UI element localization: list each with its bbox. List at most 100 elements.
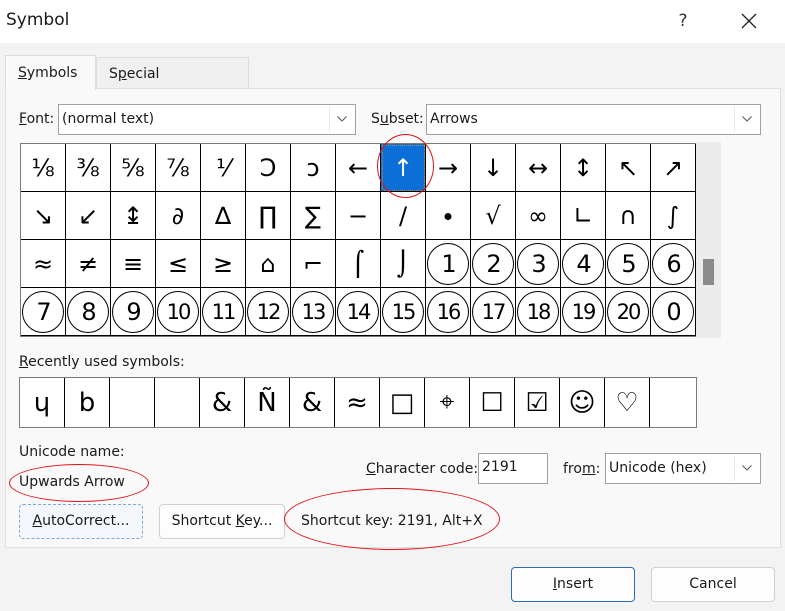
recent-symbol-cell[interactable]: ɥ xyxy=(20,378,65,427)
recent-symbol-cell[interactable] xyxy=(110,378,155,427)
symbol-cell[interactable]: 4 xyxy=(561,240,606,288)
symbol-cell[interactable]: 7 xyxy=(21,288,66,336)
font-dropdown[interactable]: (normal text) xyxy=(58,104,356,135)
symbol-cell[interactable]: ⌠ xyxy=(336,240,381,288)
recent-symbol-cell[interactable]: & xyxy=(200,378,245,427)
symbol-cell[interactable]: ⅜ xyxy=(66,144,111,192)
symbol-cell[interactable]: 2 xyxy=(471,240,516,288)
close-button[interactable] xyxy=(732,6,766,36)
symbol-cell[interactable]: ↓ xyxy=(471,144,516,192)
symbol-cell[interactable]: ⅝ xyxy=(111,144,156,192)
recent-symbol-cell[interactable]: ☐ xyxy=(470,378,515,427)
symbol-cell[interactable]: 13 xyxy=(291,288,336,336)
shortcut-key-button[interactable]: Shortcut Key... xyxy=(159,504,285,539)
symbol-cell[interactable]: ⌐ xyxy=(291,240,336,288)
tab-symbols[interactable]: Symbols xyxy=(5,55,96,90)
symbol-cell[interactable]: ↔ xyxy=(516,144,561,192)
symbol-cell[interactable]: 20 xyxy=(606,288,651,336)
symbol-cell[interactable]: ≡ xyxy=(111,240,156,288)
symbol-cell[interactable]: 3 xyxy=(516,240,561,288)
recent-symbol-cell[interactable] xyxy=(650,378,695,427)
scrollbar-thumb[interactable] xyxy=(703,259,714,285)
symbol-cell[interactable]: ↙ xyxy=(66,192,111,240)
symbol-cell[interactable]: 8 xyxy=(66,288,111,336)
symbol-cell[interactable]: 10 xyxy=(156,288,201,336)
symbol-cell[interactable]: ∏ xyxy=(246,192,291,240)
symbol-cell[interactable]: ↑ xyxy=(381,144,426,192)
recent-symbol-cell[interactable]: b xyxy=(65,378,110,427)
font-dropdown-arrow[interactable] xyxy=(329,107,353,132)
symbol-cell[interactable]: ≈ xyxy=(21,240,66,288)
symbol-cell[interactable]: − xyxy=(336,192,381,240)
symbol-cell[interactable]: ↗ xyxy=(651,144,696,192)
from-dropdown-arrow[interactable] xyxy=(734,456,758,481)
symbol-cell[interactable]: ≥ xyxy=(201,240,246,288)
symbol-cell[interactable]: ∩ xyxy=(606,192,651,240)
symbol-cell[interactable]: ⅞ xyxy=(156,144,201,192)
character-code-input[interactable]: 2191 xyxy=(478,453,548,484)
symbol-cell[interactable]: ∕ xyxy=(381,192,426,240)
subset-dropdown[interactable]: Arrows xyxy=(426,104,761,135)
symbol-cell[interactable]: ↖ xyxy=(606,144,651,192)
symbol-cell[interactable]: ∞ xyxy=(516,192,561,240)
symbol-cell[interactable]: ∑ xyxy=(291,192,336,240)
shortcut-label-rest: ey... xyxy=(244,513,273,529)
cancel-button[interactable]: Cancel xyxy=(651,567,775,602)
symbol-cell[interactable]: ↄ xyxy=(291,144,336,192)
symbol-cell[interactable]: 1 xyxy=(426,240,471,288)
symbol-glyph: ↙ xyxy=(77,201,99,230)
symbol-cell[interactable]: ≤ xyxy=(156,240,201,288)
recently-used-symbols[interactable]: ɥ b & Ñ & ≈ □ ⌖ ☐ ☑ ☺ ♡ xyxy=(19,377,697,428)
help-button[interactable]: ? xyxy=(668,6,698,36)
symbol-cell[interactable]: 16 xyxy=(426,288,471,336)
symbol-cell[interactable]: 19 xyxy=(561,288,606,336)
recent-symbol-cell[interactable]: ≈ xyxy=(335,378,380,427)
symbol-cell[interactable]: √ xyxy=(471,192,516,240)
symbol-glyph: ↗ xyxy=(662,153,684,182)
recent-symbol-cell[interactable]: □ xyxy=(380,378,425,427)
symbol-cell[interactable]: → xyxy=(426,144,471,192)
recent-symbol-glyph: ⌖ xyxy=(439,387,455,417)
symbol-cell[interactable]: ↘ xyxy=(21,192,66,240)
symbol-cell[interactable]: ∫ xyxy=(651,192,696,240)
symbol-cell[interactable]: ← xyxy=(336,144,381,192)
symbol-cell[interactable]: ≠ xyxy=(66,240,111,288)
symbol-cell[interactable]: 12 xyxy=(246,288,291,336)
insert-button[interactable]: Insert xyxy=(511,567,635,602)
symbol-cell[interactable]: ∆ xyxy=(201,192,246,240)
recent-symbol-cell[interactable] xyxy=(155,378,200,427)
symbol-cell[interactable]: ⌂ xyxy=(246,240,291,288)
symbol-cell[interactable]: ⌡ xyxy=(381,240,426,288)
symbol-cell[interactable]: 17 xyxy=(471,288,516,336)
symbol-cell[interactable]: ↨ xyxy=(111,192,156,240)
symbol-cell[interactable]: ∙ xyxy=(426,192,471,240)
symbol-cell[interactable]: ⅟ xyxy=(201,144,246,192)
recent-symbol-cell[interactable]: Ñ xyxy=(245,378,290,427)
symbol-cell[interactable]: 15 xyxy=(381,288,426,336)
recent-symbol-cell[interactable]: ☑ xyxy=(515,378,560,427)
recent-symbol-cell[interactable]: ♡ xyxy=(605,378,650,427)
symbol-cell[interactable]: 5 xyxy=(606,240,651,288)
symbol-cell[interactable]: Ↄ xyxy=(246,144,291,192)
from-dropdown[interactable]: Unicode (hex) xyxy=(605,453,761,484)
unicode-name-value: Upwards Arrow xyxy=(19,474,125,490)
recent-symbol-cell[interactable]: ☺ xyxy=(560,378,605,427)
symbol-cell[interactable]: 18 xyxy=(516,288,561,336)
symbol-cell[interactable]: 9 xyxy=(111,288,156,336)
symbol-cell[interactable]: 14 xyxy=(336,288,381,336)
symbol-cell[interactable]: ⅛ xyxy=(21,144,66,192)
symbol-cell[interactable]: 0 xyxy=(651,288,696,336)
tab-special-characters[interactable]: Special Characters xyxy=(96,57,249,114)
symbol-cell[interactable]: 11 xyxy=(201,288,246,336)
recent-symbol-cell[interactable]: ⌖ xyxy=(425,378,470,427)
symbol-cell[interactable]: ∂ xyxy=(156,192,201,240)
subset-dropdown-arrow[interactable] xyxy=(734,107,758,132)
symbol-grid[interactable]: ⅛ ⅜ ⅝ ⅞ ⅟ Ↄↄ ← ↑ → ↓ ↔ ↕ ↖ ↗ ↘ ↙ ↨ ∂ ∆ ∏ ∑ − ∕ ∙ √ ∞ ∟ ∩ ∫ ≈ ≠ ≡ ≤ ≥ ⌂ ⌐ ⌠ ⌡ 1… xyxy=(20,143,696,337)
autocorrect-button[interactable]: AutoCorrect... xyxy=(19,504,143,539)
symbol-cell[interactable]: ↕ xyxy=(561,144,606,192)
symbol-cell[interactable]: ∟ xyxy=(561,192,606,240)
recent-symbol-cell[interactable]: & xyxy=(290,378,335,427)
chevron-down-icon xyxy=(742,116,752,122)
symbol-grid-scrollbar[interactable] xyxy=(696,142,721,338)
symbol-cell[interactable]: 6 xyxy=(651,240,696,288)
